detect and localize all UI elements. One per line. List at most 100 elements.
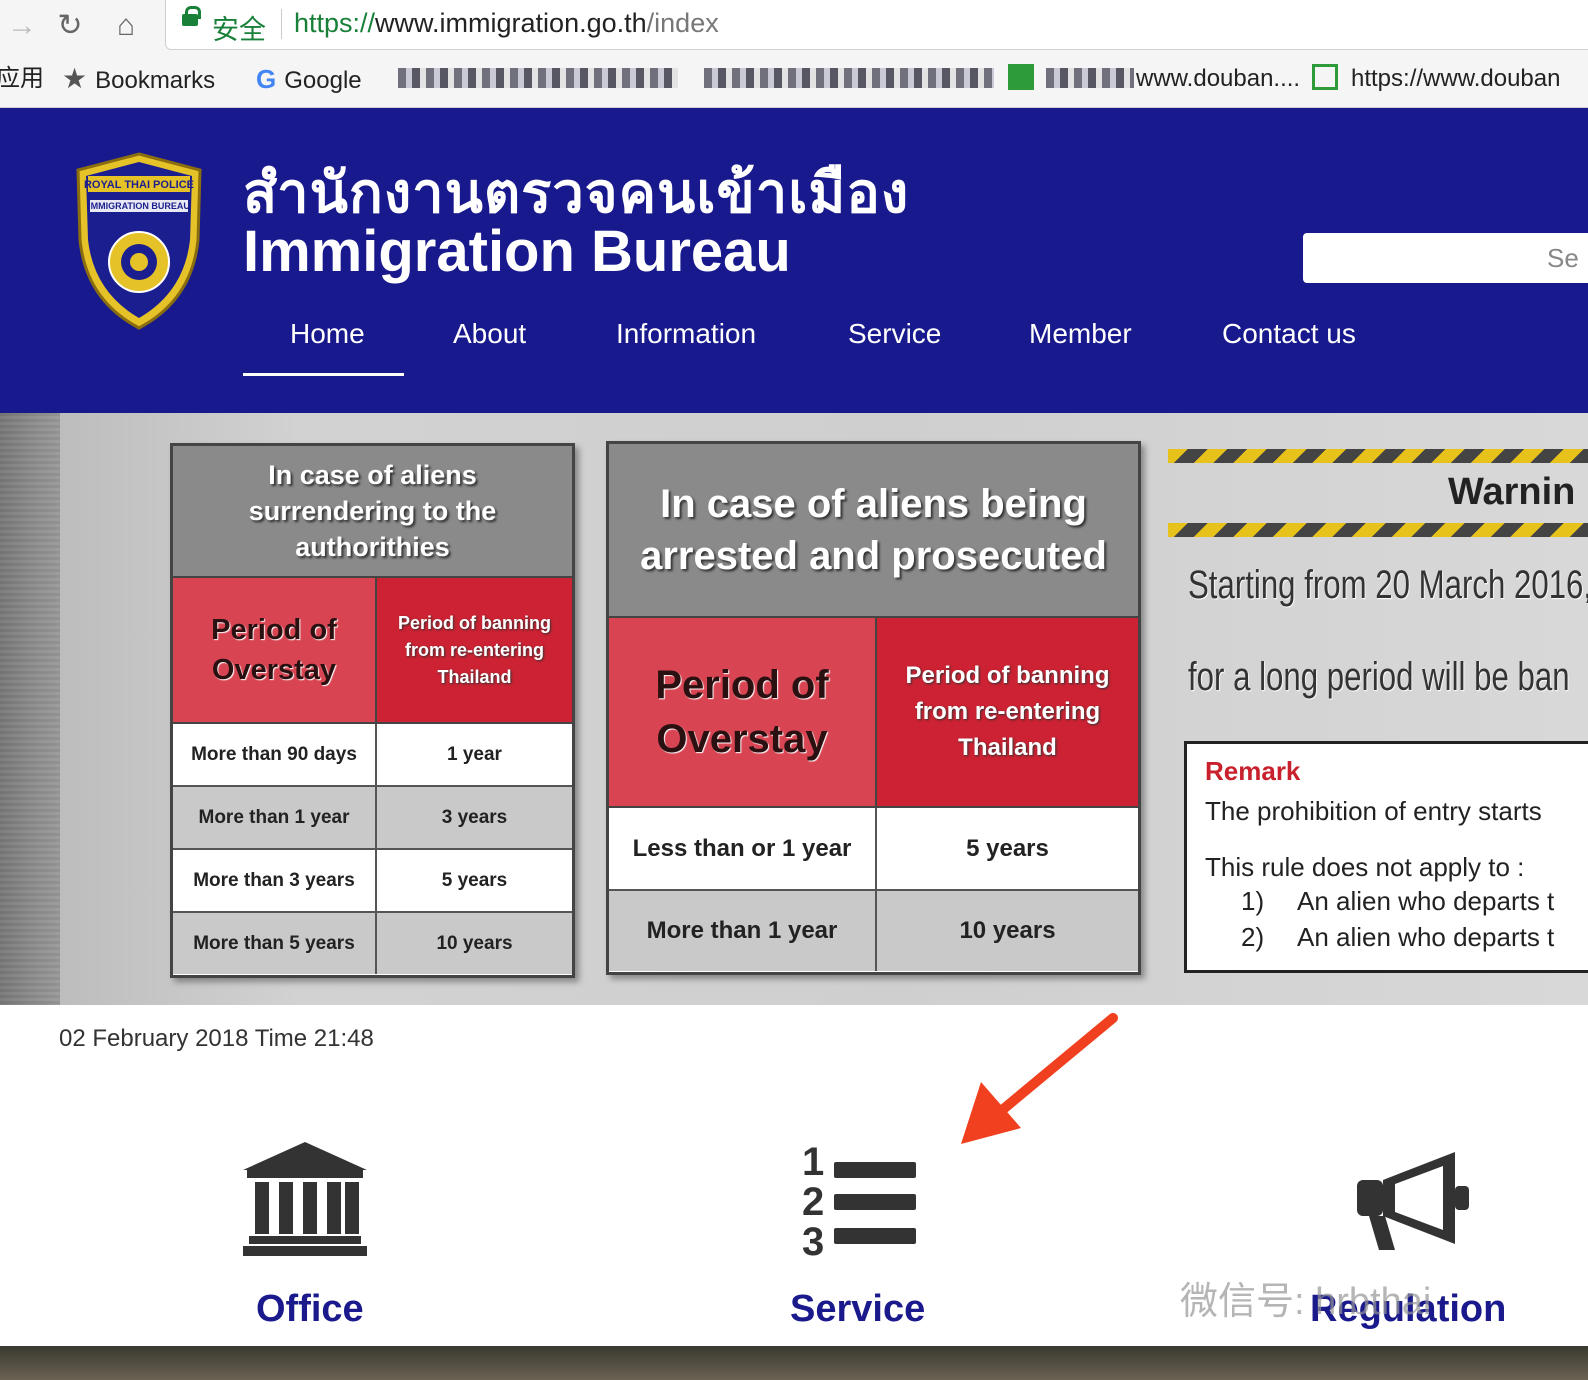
arrested-col-overstay: Period of Overstay bbox=[609, 618, 875, 806]
remark-item-2: An alien who departs t bbox=[1297, 922, 1555, 952]
immigration-badge-logo[interactable]: ROYAL THAI POLICE IMMIGRATION BUREAU bbox=[72, 150, 206, 337]
reload-icon[interactable]: ↻ bbox=[48, 4, 92, 48]
badge-mid-text: IMMIGRATION BUREAU bbox=[88, 201, 190, 211]
table-row: More than 90 days 1 year bbox=[173, 724, 572, 787]
remark-box: Remark The prohibition of entry starts T… bbox=[1184, 741, 1588, 973]
remark-item-1-number: 1) bbox=[1241, 886, 1265, 916]
english-title: Immigration Bureau bbox=[243, 219, 791, 284]
table-cell: 10 years bbox=[875, 891, 1138, 971]
blurred-bookmarks-3 bbox=[1046, 68, 1134, 88]
bookmark-douban-1[interactable]: www.douban.... bbox=[1136, 64, 1300, 94]
browser-chrome: → ↻ ⌂ 安全 https://www.immigration.go.th/i… bbox=[0, 0, 1588, 108]
arrested-table-title: In case of aliens being arrested and pro… bbox=[609, 444, 1138, 618]
nav-member[interactable]: Member bbox=[1029, 318, 1132, 350]
surrender-table: In case of aliens surrendering to the au… bbox=[170, 443, 575, 978]
table-row: More than 3 years 5 years bbox=[173, 850, 572, 913]
remark-item-2-number: 2) bbox=[1241, 922, 1265, 952]
table-row: Less than or 1 year 5 years bbox=[609, 808, 1138, 891]
table-cell: Less than or 1 year bbox=[632, 834, 852, 862]
table-cell: 10 years bbox=[375, 913, 572, 974]
url-scheme: https:// bbox=[294, 8, 376, 38]
current-datetime: 02 February 2018 Time 21:48 bbox=[59, 1025, 374, 1052]
list-number: 3 bbox=[802, 1220, 825, 1264]
address-bar[interactable]: 安全 https://www.immigration.go.th/index bbox=[165, 0, 1588, 50]
list-bar bbox=[834, 1162, 916, 1178]
douban-icon bbox=[1312, 64, 1338, 90]
table-row: More than 1 year 10 years bbox=[609, 891, 1138, 971]
remark-title: Remark bbox=[1205, 756, 1301, 786]
url-host: www.immigration.go.th bbox=[375, 8, 647, 38]
hero-banner[interactable]: In case of aliens surrendering to the au… bbox=[0, 413, 1588, 1005]
list-number: 1 bbox=[802, 1140, 825, 1184]
list-number: 2 bbox=[802, 1180, 825, 1224]
bookmark-bookmarks[interactable]: ★ Bookmarks bbox=[62, 63, 216, 95]
blurred-bookmarks-1 bbox=[398, 68, 678, 88]
google-label: Google bbox=[284, 67, 362, 94]
macos-dock bbox=[0, 1346, 1588, 1380]
blurred-bookmarks-2 bbox=[704, 68, 994, 88]
star-icon: ★ bbox=[62, 63, 88, 94]
forward-arrow-icon[interactable]: → bbox=[0, 4, 44, 48]
bookmark-google[interactable]: G Google bbox=[256, 64, 362, 94]
bookmark-douban-2[interactable]: https://www.douban bbox=[1351, 64, 1560, 94]
search-placeholder: Se bbox=[1547, 243, 1579, 273]
service-label: Service bbox=[790, 1288, 926, 1330]
nav-information[interactable]: Information bbox=[616, 318, 756, 350]
url-separator bbox=[281, 9, 282, 39]
nav-active-underline bbox=[243, 373, 404, 376]
arrested-table: In case of aliens being arrested and pro… bbox=[606, 441, 1141, 975]
wechat-watermark: 微信号: hrbthai bbox=[1180, 1281, 1432, 1323]
table-cell: More than 1 year bbox=[173, 787, 375, 848]
feature-regulation[interactable]: Regulation bbox=[1310, 1150, 1506, 1330]
arrested-col-banning: Period of banning from re-entering Thail… bbox=[875, 618, 1138, 806]
office-label: Office bbox=[256, 1288, 364, 1330]
nav-service[interactable]: Service bbox=[848, 318, 941, 350]
table-cell: 5 years bbox=[875, 808, 1138, 889]
bookmarks-label: Bookmarks bbox=[95, 67, 216, 94]
url-text[interactable]: https://www.immigration.go.th/index bbox=[294, 8, 719, 39]
surrender-col-banning: Period of banning from re-entering Thail… bbox=[375, 578, 572, 722]
table-cell: 5 years bbox=[375, 850, 572, 911]
list-bar bbox=[834, 1194, 916, 1210]
hazard-stripe bbox=[1168, 523, 1588, 537]
search-input[interactable]: Se bbox=[1303, 233, 1588, 283]
warning-title: Warnin bbox=[1448, 471, 1576, 513]
surrender-col-overstay: Period of Overstay bbox=[173, 578, 375, 722]
feature-office[interactable]: Office bbox=[240, 1140, 370, 1330]
table-row: More than 1 year 3 years bbox=[173, 787, 572, 850]
remark-line-2: This rule does not apply to : bbox=[1205, 852, 1525, 882]
bookmark-apps[interactable]: 应用 bbox=[0, 64, 44, 94]
surrender-table-title: In case of aliens surrendering to the au… bbox=[173, 446, 572, 578]
nav-contact-us[interactable]: Contact us bbox=[1222, 318, 1356, 350]
url-path: /index bbox=[646, 8, 719, 38]
nav-about[interactable]: About bbox=[453, 318, 526, 350]
megaphone-icon bbox=[1357, 1152, 1469, 1250]
douban-icon bbox=[1008, 64, 1034, 90]
remark-line-1: The prohibition of entry starts bbox=[1205, 796, 1542, 826]
lock-icon bbox=[182, 6, 201, 26]
list-bar bbox=[834, 1228, 916, 1244]
nav-home[interactable]: Home bbox=[290, 318, 365, 350]
table-cell: More than 5 years bbox=[173, 913, 375, 974]
badge-top-text: ROYAL THAI POLICE bbox=[84, 179, 194, 191]
bookmarks-bar: 应用 ★ Bookmarks G Google www.douban.... htt… bbox=[0, 56, 1588, 102]
table-cell: 3 years bbox=[375, 787, 572, 848]
building-icon bbox=[243, 1142, 367, 1256]
red-arrow-annotation bbox=[961, 1013, 1118, 1144]
home-icon[interactable]: ⌂ bbox=[104, 4, 148, 48]
numbered-list-icon: 1 2 3 bbox=[800, 1140, 920, 1264]
hazard-stripe bbox=[1168, 449, 1588, 463]
warning-line-2: for a long period will be ban bbox=[1188, 655, 1570, 699]
site-header: ROYAL THAI POLICE IMMIGRATION BUREAU สำน… bbox=[0, 108, 1588, 413]
google-icon: G bbox=[256, 64, 277, 94]
feature-service[interactable]: 1 2 3 Service bbox=[790, 1140, 930, 1330]
banner-edge bbox=[0, 413, 60, 1005]
warning-line-1: Starting from 20 March 2016, th bbox=[1188, 563, 1588, 607]
table-cell: More than 3 years bbox=[193, 869, 355, 891]
warning-panel: Warnin Starting from 20 March 2016, th f… bbox=[1168, 443, 1588, 1003]
secure-label: 安全 bbox=[212, 15, 266, 45]
table-cell: More than 90 days bbox=[191, 743, 357, 765]
remark-item-1: An alien who departs t bbox=[1297, 886, 1555, 916]
table-cell: More than 1 year bbox=[609, 891, 875, 971]
table-cell: 1 year bbox=[375, 724, 572, 785]
